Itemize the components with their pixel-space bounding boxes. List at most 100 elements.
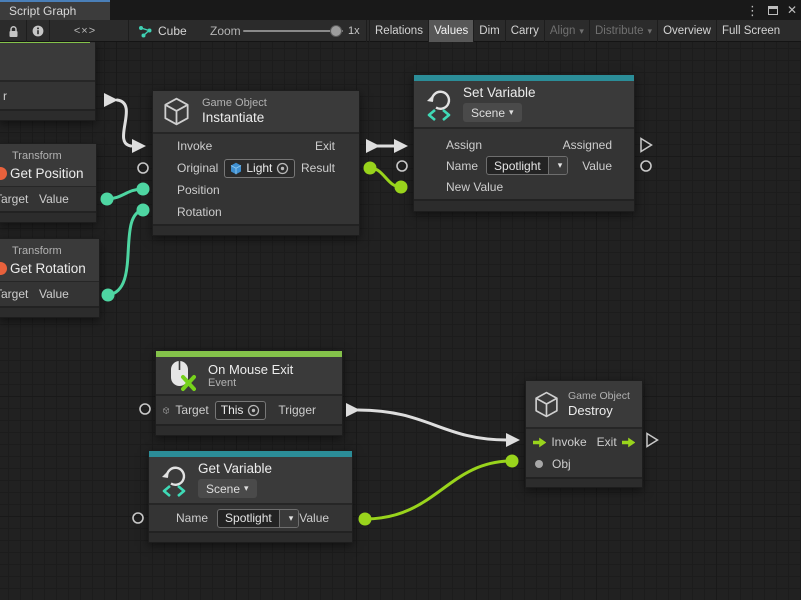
wire-trigger-to-destroy-invoke[interactable] [358, 410, 507, 440]
graph-breadcrumb[interactable]: Cube [138, 20, 187, 42]
getrotation-value-port[interactable] [102, 289, 115, 302]
instantiate-node[interactable]: Game Object Instantiate Invoke Exit Orig… [152, 90, 360, 236]
target-port-label: Target [175, 403, 208, 417]
variable-name-dropdown[interactable]: Spotlight [217, 509, 299, 528]
relations-button[interactable]: Relations [369, 20, 428, 42]
original-port-label: Original [177, 161, 218, 175]
node-subtitle: Event [208, 378, 293, 389]
destroy-obj-port[interactable] [506, 455, 519, 468]
setvariable-newvalue-port[interactable] [395, 181, 408, 194]
wire-result-to-newvalue[interactable] [370, 168, 401, 187]
variable-name-dropdown[interactable]: Spotlight [486, 156, 568, 175]
destroy-invoke-port[interactable] [506, 433, 520, 447]
name-port-label: Name [176, 511, 208, 525]
invoke-port-label: Invoke [551, 435, 586, 449]
distribute-button[interactable]: Distribute [589, 20, 657, 42]
toolbar-buttons: Relations Values Dim Carry Align Distrib… [369, 20, 801, 42]
wire-getrotation-to-rotation[interactable] [108, 210, 143, 295]
zoom-slider-handle[interactable] [330, 25, 342, 37]
wire-trigger-to-invoke[interactable] [117, 100, 131, 146]
instantiate-exit-port[interactable] [366, 139, 380, 153]
mouseexit-target-port[interactable] [140, 404, 150, 414]
tab-script-graph[interactable]: Script Graph [0, 0, 110, 20]
get-rotation-node[interactable]: Transform Get Rotation Target Value [0, 238, 100, 318]
wire-getvariable-to-obj[interactable] [365, 461, 512, 519]
variable-scope-dropdown[interactable]: Scene [198, 479, 257, 498]
zoom-value: 1x [348, 20, 360, 42]
node-title: Get Variable [198, 462, 272, 476]
game-object-cube-icon [163, 97, 190, 126]
instantiate-result-port[interactable] [364, 162, 377, 175]
target-object-field[interactable]: This [215, 401, 267, 420]
lock-icon[interactable] [5, 20, 22, 42]
object-picker-icon[interactable] [276, 162, 289, 175]
setvariable-assign-port[interactable] [394, 139, 408, 153]
tab-title: Script Graph [9, 4, 76, 18]
fullscreen-button[interactable]: Full Screen [716, 20, 785, 42]
gameobject-cube-icon [163, 402, 169, 419]
object-picker-icon[interactable] [247, 404, 260, 417]
variable-icon [158, 462, 190, 498]
node-footer [0, 211, 96, 222]
node-category: Transform [12, 151, 84, 162]
getvariable-value-port[interactable] [359, 513, 372, 526]
node-footer [0, 306, 99, 317]
target-port-label: Target [0, 287, 28, 301]
dropdown-caret-icon [548, 157, 568, 174]
dim-button[interactable]: Dim [473, 20, 504, 42]
name-port-label: Name [446, 159, 478, 173]
instantiate-position-port[interactable] [137, 183, 150, 196]
variable-scope-dropdown[interactable]: Scene [463, 103, 522, 122]
variable-name-value: Spotlight [218, 511, 279, 525]
value-port-label: Value [582, 159, 612, 173]
partial-event-output-port[interactable] [104, 93, 118, 107]
node-title: Get Position [10, 167, 84, 181]
values-button[interactable]: Values [428, 20, 473, 42]
setvariable-assigned-port[interactable] [641, 139, 652, 152]
tab-bar: Script Graph ⋮ ✕ [0, 0, 801, 20]
exit-port-label: Exit [597, 435, 617, 449]
setvariable-value-port[interactable] [641, 161, 651, 171]
gameobject-value-icon [230, 162, 242, 175]
close-icon[interactable]: ✕ [787, 4, 797, 16]
rotation-port-label: Rotation [177, 205, 222, 219]
zoom-slider-track[interactable] [243, 30, 343, 32]
node-footer [414, 199, 634, 211]
node-title: Get Rotation [10, 262, 86, 276]
destroy-node[interactable]: Game Object Destroy Invoke Exit [525, 380, 643, 488]
overview-button[interactable]: Overview [657, 20, 716, 42]
destroy-exit-port[interactable] [647, 434, 658, 447]
dropdown-caret-icon [279, 510, 299, 527]
assigned-port-label: Assigned [563, 138, 612, 152]
node-title: On Mouse Exit [208, 363, 293, 376]
value-port-label: Value [39, 287, 69, 301]
instantiate-rotation-port[interactable] [137, 204, 150, 217]
graph-canvas[interactable]: r Transform Get Position Target Value [0, 42, 801, 600]
node-footer [149, 531, 352, 542]
get-variable-node[interactable]: Get Variable Scene Name Spotlight Value [148, 450, 353, 543]
get-position-node[interactable]: Transform Get Position Target Value [0, 143, 97, 223]
setvariable-name-port[interactable] [397, 161, 407, 171]
getvariable-name-port[interactable] [133, 513, 143, 523]
node-title: Instantiate [202, 111, 267, 125]
info-icon[interactable] [29, 20, 46, 42]
getposition-value-port[interactable] [101, 193, 114, 206]
wire-getposition-to-position[interactable] [107, 189, 143, 199]
original-value: Light [246, 161, 272, 175]
original-object-field[interactable]: Light [224, 159, 295, 178]
value-port-label: Value [39, 192, 69, 206]
mouseexit-trigger-port[interactable] [346, 403, 360, 417]
node-category: Game Object [202, 98, 267, 109]
instantiate-original-port[interactable] [138, 163, 148, 173]
instantiate-invoke-port[interactable] [132, 139, 146, 153]
node-footer [0, 109, 95, 120]
code-view-icon[interactable]: <×> [70, 20, 100, 42]
partial-event-node[interactable]: r [0, 42, 96, 121]
carry-button[interactable]: Carry [505, 20, 544, 42]
align-button[interactable]: Align [544, 20, 589, 42]
maximize-icon[interactable] [768, 6, 778, 15]
zoom-label: Zoom [210, 20, 241, 42]
window-menu-icon[interactable]: ⋮ [746, 4, 759, 17]
set-variable-node[interactable]: Set Variable Scene Assign Assigned Name … [413, 74, 635, 212]
on-mouse-exit-node[interactable]: On Mouse Exit Event Target This Trigg [155, 350, 343, 436]
